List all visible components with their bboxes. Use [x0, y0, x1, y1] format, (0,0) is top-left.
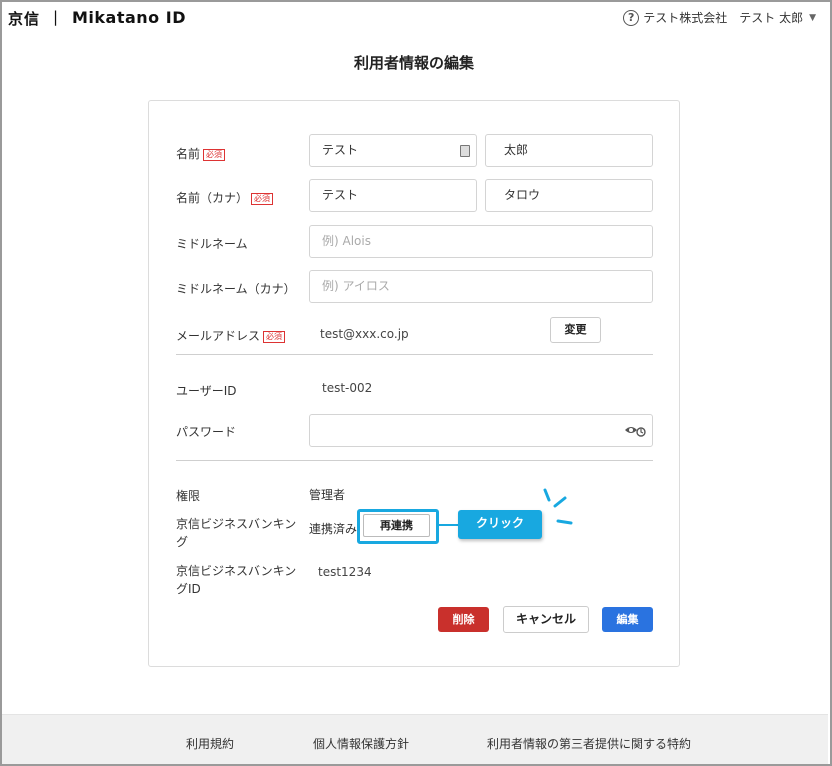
name-label: 名前 必須 [176, 145, 226, 162]
logo-brand: 京信 [8, 10, 41, 28]
role-label: 権限 [176, 489, 201, 503]
last-name-input[interactable]: テスト [309, 134, 477, 167]
company-name: テスト株式会社 [643, 11, 728, 25]
middle-name-kana-label: ミドルネーム（カナ） [176, 282, 296, 296]
help-icon[interactable]: ? [623, 9, 640, 26]
middle-name-input[interactable]: 例) Alois [309, 225, 653, 258]
bank-id-value: test1234 [318, 565, 372, 579]
bank-link-label: 京信ビジネスバンキン グ [176, 517, 297, 549]
footer: 利用規約 個人情報保護方針 利用者情報の第三者提供に関する特約 [2, 714, 828, 764]
userid-value: test-002 [322, 381, 373, 395]
click-callout: クリック [458, 510, 542, 539]
divider [176, 354, 653, 355]
edit-button[interactable]: 編集 [602, 607, 653, 632]
terms-link[interactable]: 利用規約 [186, 735, 234, 752]
user-name: テスト 太郎 [739, 11, 804, 25]
required-badge: 必須 [203, 149, 226, 161]
bank-link-status: 連携済み [309, 522, 358, 536]
logo-separator: | [53, 8, 59, 26]
logo-product: Mikatano ID [72, 8, 186, 27]
password-label: パスワード [176, 425, 237, 439]
cancel-button[interactable]: キャンセル [503, 606, 589, 633]
first-name-input[interactable]: 太郎 [485, 134, 653, 167]
contact-card-icon [460, 145, 470, 157]
first-name-kana-input[interactable]: タロウ [485, 179, 653, 212]
password-input[interactable] [309, 414, 653, 447]
bank-id-label: 京信ビジネスバンキン グID [176, 564, 297, 596]
required-badge: 必須 [251, 193, 274, 205]
name-kana-label: 名前（カナ） 必須 [176, 189, 274, 206]
chevron-down-icon[interactable]: ▼ [809, 13, 816, 23]
middle-name-kana-input[interactable]: 例) アイロス [309, 270, 653, 303]
relink-button[interactable]: 再連携 [363, 514, 430, 537]
emphasis-burst-icon [543, 488, 573, 525]
email-label: メールアドレス 必須 [176, 327, 286, 344]
last-name-kana-input[interactable]: テスト [309, 179, 477, 212]
middle-name-label: ミドルネーム [176, 237, 248, 251]
role-value: 管理者 [309, 488, 346, 502]
delete-button[interactable]: 削除 [438, 607, 489, 632]
divider [176, 460, 653, 461]
required-badge: 必須 [263, 331, 286, 343]
user-menu[interactable]: ? テスト株式会社 テスト 太郎 ▼ [623, 9, 816, 26]
header: 京信 | Mikatano ID ? テスト株式会社 テスト 太郎 ▼ [0, 0, 828, 36]
privacy-link[interactable]: 個人情報保護方針 [313, 735, 409, 752]
third-party-terms-link[interactable]: 利用者情報の第三者提供に関する特約 [487, 735, 691, 752]
eye-icon[interactable] [624, 424, 646, 438]
userid-label: ユーザーID [176, 384, 237, 398]
callout-connector [437, 524, 459, 526]
email-value: test@xxx.co.jp [320, 327, 409, 341]
page-title: 利用者情報の編集 [353, 54, 474, 72]
change-email-button[interactable]: 変更 [550, 317, 601, 343]
